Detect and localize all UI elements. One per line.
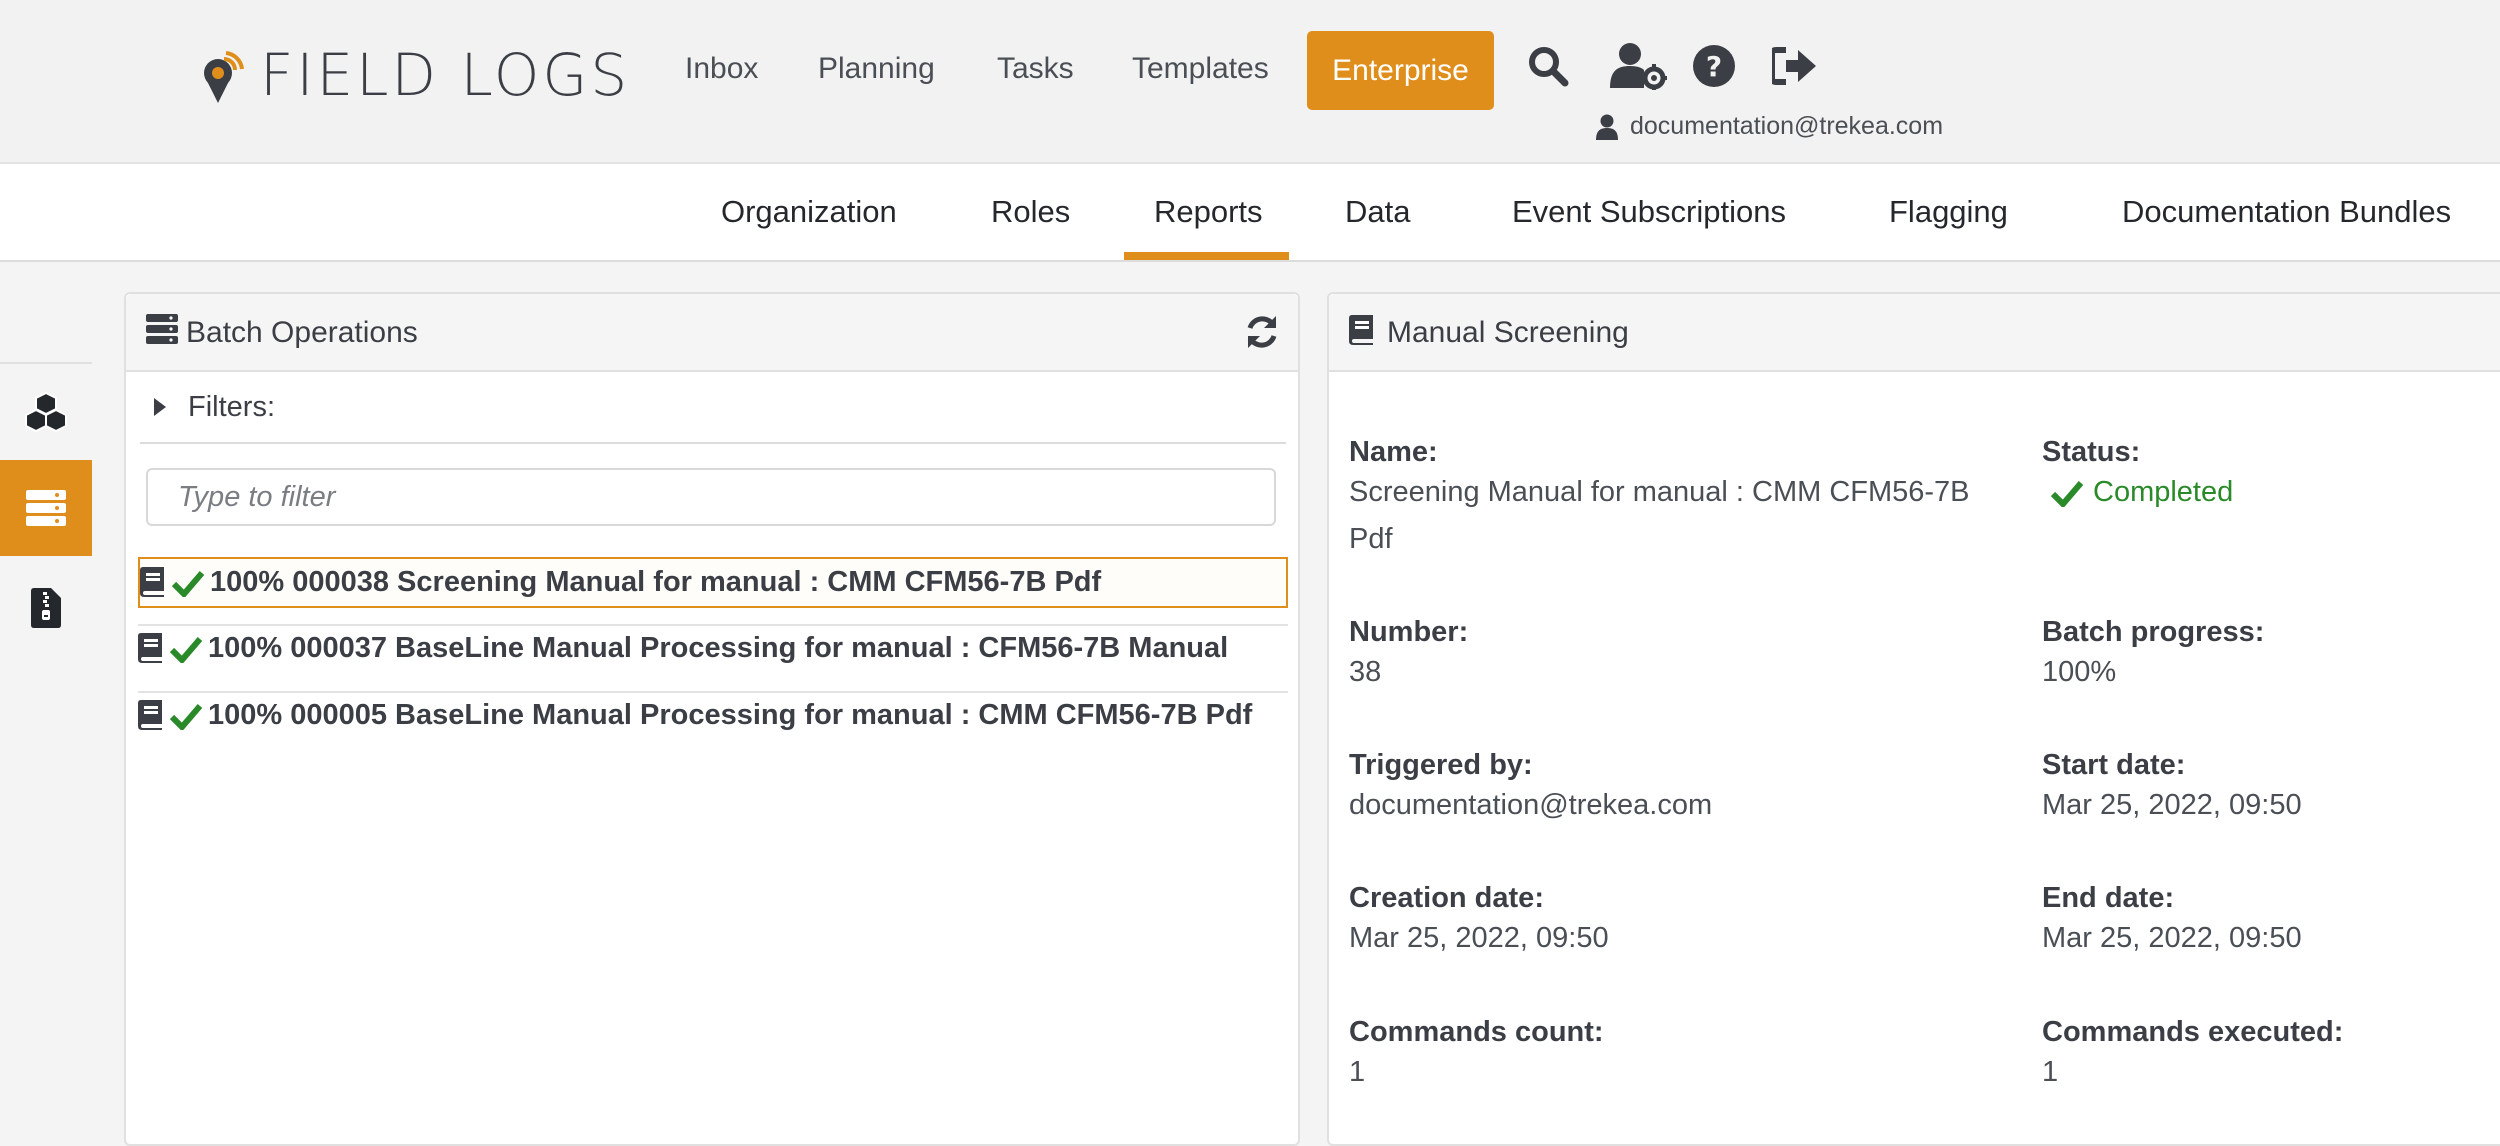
batch-panel-title: Batch Operations: [186, 316, 418, 349]
server-icon: [146, 314, 178, 349]
refresh-icon[interactable]: [1244, 314, 1280, 355]
name-value: Screening Manual for manual : CMM CFM56-…: [1349, 476, 1970, 555]
batch-item-text: 100% 000037 BaseLine Manual Processing f…: [208, 632, 1229, 664]
manual-screening-panel: Manual Screening Name: Screening Manual …: [1327, 292, 2500, 1146]
detail-panel-header: Manual Screening: [1329, 294, 2500, 372]
user-email: documentation@trekea.com: [1596, 112, 1943, 141]
batch-item-text: 100% 000005 BaseLine Manual Processing f…: [208, 699, 1253, 731]
caret-right-icon: [154, 391, 166, 424]
status-text: Completed: [2093, 476, 2234, 508]
status-label: Status:: [2042, 436, 2141, 468]
tab-data[interactable]: Data: [1345, 194, 1410, 230]
nav-templates[interactable]: Templates: [1132, 52, 1269, 86]
book-icon: [140, 565, 166, 612]
tab-reports[interactable]: Reports: [1154, 194, 1263, 230]
triggered-by-label: Triggered by:: [1349, 749, 1533, 781]
left-sidebar: [0, 262, 92, 1132]
check-icon: [171, 565, 205, 612]
sidebar-header: [0, 262, 92, 364]
cubes-icon[interactable]: [0, 364, 92, 460]
tab-flagging[interactable]: Flagging: [1889, 194, 2008, 230]
file-zip-icon[interactable]: [0, 560, 92, 656]
end-date-value: Mar 25, 2022, 09:50: [2042, 922, 2302, 954]
logout-icon[interactable]: [1770, 42, 1818, 90]
active-tab-indicator: [1124, 252, 1289, 260]
batch-progress-label: Batch progress:: [2042, 616, 2265, 648]
batch-list-item[interactable]: 100% 000038 Screening Manual for manual …: [138, 557, 1288, 608]
enterprise-button[interactable]: Enterprise: [1307, 31, 1494, 110]
book-icon: [138, 631, 164, 678]
commands-count-value: 1: [1349, 1056, 1366, 1088]
creation-date-label: Creation date:: [1349, 882, 1544, 914]
help-icon[interactable]: ?: [1690, 42, 1738, 90]
check-icon: [169, 698, 203, 745]
commands-executed-value: 1: [2042, 1056, 2059, 1088]
server-icon[interactable]: [0, 460, 92, 556]
check-icon: [2051, 480, 2083, 507]
user-icon: [1596, 114, 1618, 140]
book-icon: [138, 698, 164, 745]
user-email-text: documentation@trekea.com: [1630, 112, 1944, 140]
admin-subnav: Organization Roles Reports Data Event Su…: [0, 164, 2500, 262]
number-value: 38: [1349, 656, 1382, 688]
nav-inbox[interactable]: Inbox: [685, 52, 758, 86]
search-icon[interactable]: [1524, 42, 1572, 90]
end-date-label: End date:: [2042, 882, 2175, 914]
batch-operations-panel: Batch Operations Filters: 100% 000038 Sc…: [124, 292, 1300, 1146]
batch-progress-value: 100%: [2042, 656, 2117, 688]
batch-list-item[interactable]: 100% 000037 BaseLine Manual Processing f…: [138, 625, 1288, 678]
filters-label: Filters:: [188, 390, 275, 423]
check-icon: [169, 631, 203, 678]
creation-date-value: Mar 25, 2022, 09:50: [1349, 922, 1609, 954]
triggered-by-value: documentation@trekea.com: [1349, 789, 1713, 821]
start-date-value: Mar 25, 2022, 09:50: [2042, 789, 2302, 821]
tab-organization[interactable]: Organization: [721, 194, 897, 230]
top-bar: FIELD LOGS Inbox Planning Tasks Template…: [0, 0, 2500, 164]
detail-panel-title: Manual Screening: [1387, 316, 1629, 349]
location-pin-icon: [204, 51, 244, 103]
logo[interactable]: FIELD LOGS: [200, 40, 630, 110]
filters-toggle[interactable]: Filters:: [140, 372, 1286, 444]
batch-list-item[interactable]: 100% 000005 BaseLine Manual Processing f…: [138, 692, 1288, 745]
commands-count-label: Commands count:: [1349, 1016, 1604, 1048]
tab-event-subscriptions[interactable]: Event Subscriptions: [1512, 194, 1786, 230]
start-date-label: Start date:: [2042, 749, 2186, 781]
nav-planning[interactable]: Planning: [818, 52, 935, 86]
tab-documentation-bundles[interactable]: Documentation Bundles: [2122, 194, 2451, 230]
nav-tasks[interactable]: Tasks: [997, 52, 1074, 86]
svg-text:?: ?: [1706, 50, 1722, 83]
tab-roles[interactable]: Roles: [991, 194, 1070, 230]
number-label: Number:: [1349, 616, 1469, 648]
batch-panel-header: Batch Operations: [126, 294, 1298, 372]
book-icon: [1349, 314, 1375, 351]
status-value: Completed: [2051, 469, 2233, 516]
filter-input[interactable]: [146, 468, 1276, 526]
commands-executed-label: Commands executed:: [2042, 1016, 2344, 1048]
batch-item-text: 100% 000038 Screening Manual for manual …: [210, 566, 1102, 598]
logo-text: FIELD LOGS: [260, 41, 631, 109]
name-label: Name:: [1349, 436, 1438, 468]
user-settings-icon[interactable]: [1610, 42, 1668, 90]
